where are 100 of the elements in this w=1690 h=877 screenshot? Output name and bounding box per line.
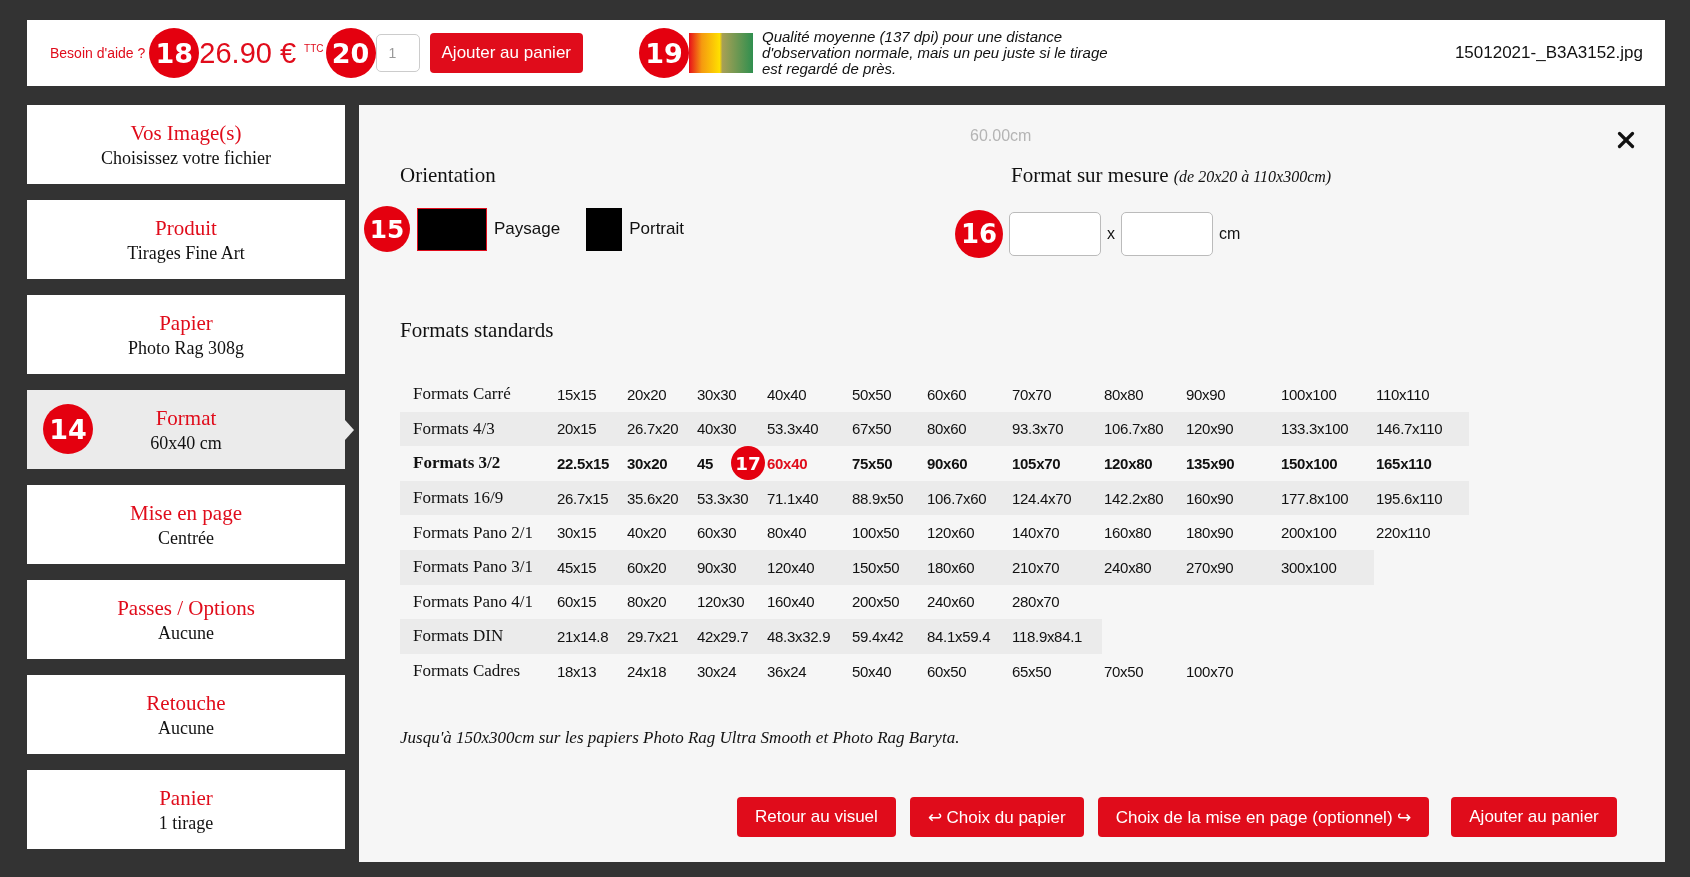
format-option[interactable]: 26.7x20 [625, 420, 695, 438]
format-option[interactable]: 90x30 [695, 558, 765, 576]
format-option[interactable]: 21x14.8 [555, 627, 625, 645]
format-option[interactable]: 142.2x80 [1102, 489, 1184, 507]
step-item[interactable]: Mise en page Centrée [27, 485, 345, 564]
step-item[interactable]: Retouche Aucune [27, 675, 345, 754]
format-option[interactable]: 36x24 [765, 662, 850, 680]
format-option[interactable]: 70x70 [1010, 385, 1102, 403]
format-option[interactable]: 300x100 [1279, 558, 1374, 576]
format-option[interactable]: 120x30 [695, 593, 765, 611]
format-option[interactable]: 60x15 [555, 593, 625, 611]
format-option[interactable]: 90x60 [925, 455, 1010, 472]
format-option[interactable]: 240x80 [1102, 558, 1184, 576]
format-option[interactable]: 180x90 [1184, 524, 1279, 542]
format-option[interactable]: 120x80 [1102, 455, 1184, 472]
format-option[interactable]: 84.1x59.4 [925, 627, 1010, 645]
format-option[interactable]: 70x50 [1102, 662, 1184, 680]
format-option[interactable]: 26.7x15 [555, 489, 625, 507]
format-option[interactable]: 75x50 [850, 455, 925, 472]
format-option[interactable]: 48.3x32.9 [765, 627, 850, 645]
format-option[interactable]: 60x30 [695, 524, 765, 542]
format-option[interactable]: 42x29.7 [695, 627, 765, 645]
format-option[interactable]: 160x90 [1184, 489, 1279, 507]
format-option[interactable]: 35.6x20 [625, 489, 695, 507]
format-option[interactable]: 50x50 [850, 385, 925, 403]
format-option[interactable]: 160x40 [765, 593, 850, 611]
format-option[interactable]: 59.4x42 [850, 627, 925, 645]
format-option[interactable]: 200x100 [1279, 524, 1374, 542]
format-option[interactable]: 177.8x100 [1279, 489, 1374, 507]
format-option[interactable]: 135x90 [1184, 455, 1279, 472]
format-option[interactable]: 105x70 [1010, 455, 1102, 472]
format-option[interactable]: 20x15 [555, 420, 625, 438]
format-option[interactable]: 90x90 [1184, 385, 1279, 403]
format-option[interactable]: 180x60 [925, 558, 1010, 576]
format-option[interactable]: 22.5x15 [555, 455, 625, 472]
help-link[interactable]: Besoin d'aide ? [50, 45, 146, 61]
format-option[interactable]: 280x70 [1010, 593, 1102, 611]
format-option[interactable]: 118.9x84.1 [1010, 627, 1102, 645]
format-option[interactable]: 45x15 [555, 558, 625, 576]
format-option[interactable]: 30x24 [695, 662, 765, 680]
step-item[interactable]: Passes / Options Aucune [27, 580, 345, 659]
action-button[interactable]: ↩ Choix du papier [909, 797, 1084, 837]
format-option[interactable]: 65x50 [1010, 662, 1102, 680]
format-option[interactable]: 133.3x100 [1279, 420, 1374, 438]
format-option[interactable]: 120x40 [765, 558, 850, 576]
step-item[interactable]: Vos Image(s) Choisissez votre fichier [27, 105, 345, 184]
step-item[interactable]: Produit Tirages Fine Art [27, 200, 345, 279]
format-option[interactable]: 24x18 [625, 662, 695, 680]
height-field[interactable] [1121, 212, 1213, 256]
format-option[interactable]: 80x20 [625, 593, 695, 611]
format-option[interactable]: 240x60 [925, 593, 1010, 611]
format-option[interactable]: 140x70 [1010, 524, 1102, 542]
width-field[interactable] [1009, 212, 1101, 256]
format-option[interactable]: 106.7x80 [1102, 420, 1184, 438]
format-option[interactable]: 30x15 [555, 524, 625, 542]
format-option[interactable]: 15x15 [555, 385, 625, 403]
format-option[interactable]: 270x90 [1184, 558, 1279, 576]
orientation-label[interactable]: Paysage [494, 219, 561, 239]
step-item[interactable]: Panier 1 tirage [27, 770, 345, 849]
orientation-swatch[interactable] [417, 207, 487, 251]
format-option[interactable]: 100x50 [850, 524, 925, 542]
format-option[interactable]: 40x20 [625, 524, 695, 542]
format-option[interactable]: 220x110 [1374, 524, 1469, 542]
orientation-swatch[interactable] [586, 207, 623, 251]
step-item[interactable]: Papier Photo Rag 308g [27, 295, 345, 374]
format-option[interactable]: 146.7x110 [1374, 420, 1469, 438]
format-option[interactable]: 20x20 [625, 385, 695, 403]
format-option[interactable]: 160x80 [1102, 524, 1184, 542]
action-button[interactable]: Ajouter au panier [1451, 797, 1617, 837]
format-option[interactable]: 60x20 [625, 558, 695, 576]
format-option[interactable]: 40x40 [765, 385, 850, 403]
format-option[interactable]: 30x20 [625, 455, 695, 472]
format-option[interactable]: 53.3x40 [765, 420, 850, 438]
format-option[interactable]: 100x100 [1279, 385, 1374, 403]
format-option[interactable]: 120x90 [1184, 420, 1279, 438]
format-option[interactable]: 71.1x40 [765, 489, 850, 507]
action-button[interactable]: Retour au visuel [737, 797, 896, 837]
format-option[interactable]: 124.4x70 [1010, 489, 1102, 507]
format-option[interactable]: 29.7x21 [625, 627, 695, 645]
format-option[interactable]: 50x40 [850, 662, 925, 680]
add-to-cart-button[interactable]: Ajouter au panier [429, 33, 583, 73]
format-option[interactable]: 93.3x70 [1010, 420, 1102, 438]
format-option[interactable]: 88.9x50 [850, 489, 925, 507]
format-option[interactable]: 18x13 [555, 662, 625, 680]
format-option[interactable]: 30x30 [695, 385, 765, 403]
action-button[interactable]: Choix de la mise en page (optionnel) ↪ [1097, 797, 1430, 837]
format-option[interactable]: 60x40 [765, 455, 850, 472]
format-option[interactable]: 80x40 [765, 524, 850, 542]
format-option[interactable]: 45 [695, 455, 731, 472]
format-option[interactable]: 100x70 [1184, 662, 1279, 680]
format-option[interactable]: 110x110 [1374, 385, 1469, 403]
format-option[interactable]: 106.7x60 [925, 489, 1010, 507]
format-option[interactable]: 40x30 [695, 420, 765, 438]
format-option[interactable]: 120x60 [925, 524, 1010, 542]
format-option[interactable]: 80x80 [1102, 385, 1184, 403]
format-option[interactable]: 150x50 [850, 558, 925, 576]
format-option[interactable]: 210x70 [1010, 558, 1102, 576]
format-option[interactable]: 80x60 [925, 420, 1010, 438]
format-option[interactable]: 60x50 [925, 662, 1010, 680]
format-option[interactable]: 53.3x30 [695, 489, 765, 507]
